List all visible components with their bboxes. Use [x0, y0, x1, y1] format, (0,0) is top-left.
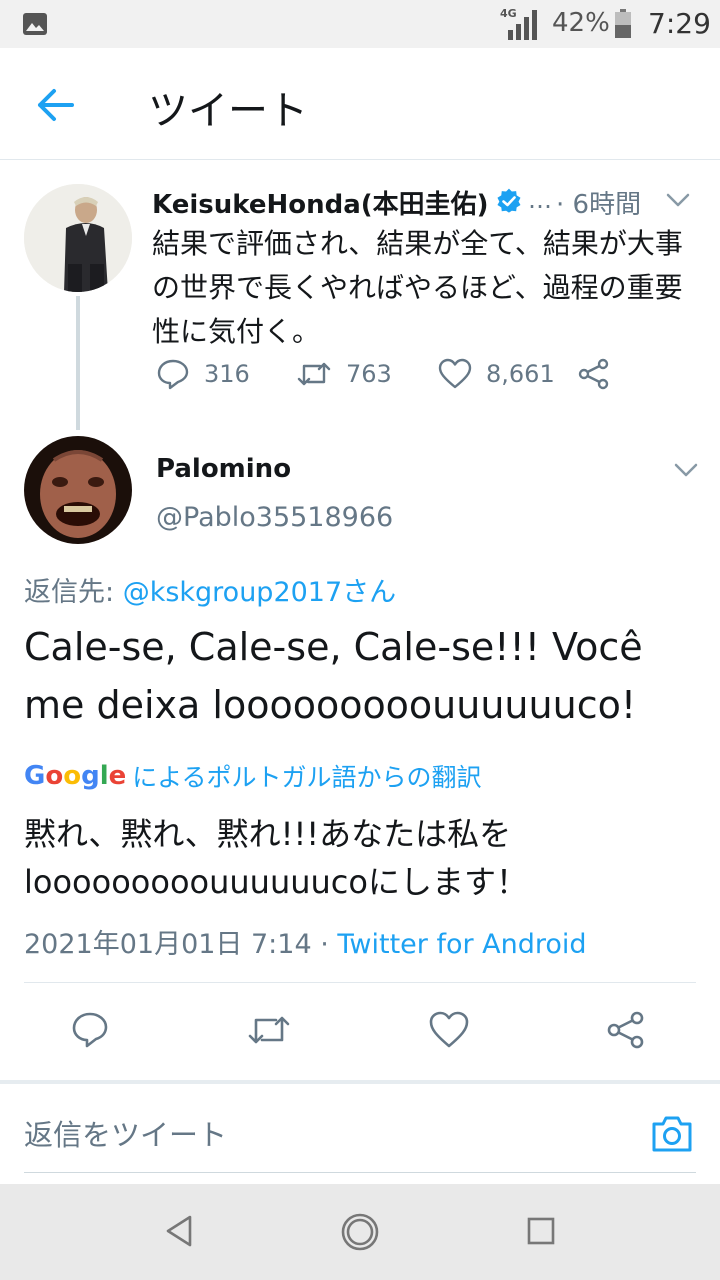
- section-divider: [0, 1080, 720, 1084]
- reply-compose-field[interactable]: 返信をツイート: [24, 1112, 227, 1154]
- heart-icon: [438, 358, 472, 389]
- tweet-author-name[interactable]: Palomino: [156, 454, 291, 484]
- thread-connector-line: [76, 296, 80, 430]
- replying-to-label: 返信先:: [24, 577, 123, 608]
- divider: [24, 982, 696, 983]
- parent-tweet-text: 結果で評価され、結果が全て、結果が大事の世界で長くやればやるほど、過程の重要性に…: [152, 227, 683, 348]
- google-logo: Google: [24, 761, 127, 791]
- app-header: ツイート: [0, 48, 720, 160]
- signal-4g-icon: 4G: [500, 7, 537, 40]
- reply-icon: [157, 359, 189, 390]
- battery-percent: 42%: [552, 8, 610, 38]
- avatar-image: [24, 184, 132, 292]
- chevron-down-icon[interactable]: [664, 188, 692, 212]
- avatar-image: [24, 436, 132, 544]
- page-title: ツイート: [148, 88, 308, 134]
- tweet-author-avatar[interactable]: [24, 436, 132, 544]
- svg-text:4G: 4G: [500, 7, 517, 20]
- status-bar: 4G 42% 7:29: [0, 0, 720, 48]
- parent-reply-button[interactable]: 316: [156, 358, 250, 390]
- translation-attribution[interactable]: Google によるポルトガル語からの翻訳: [24, 758, 482, 794]
- image-notification-icon: [23, 13, 47, 35]
- retweet-icon: [297, 362, 331, 386]
- tweet-author-handle[interactable]: @Pablo35518966: [156, 502, 393, 533]
- heart-icon[interactable]: [428, 1010, 470, 1050]
- status-clock: 7:29: [648, 7, 711, 40]
- replying-to-line: 返信先: @kskgroup2017さん: [24, 570, 396, 609]
- translation-label: によるポルトガル語からの翻訳: [132, 763, 482, 792]
- tweet-metadata: 2021年01月01日 7:14 · Twitter for Android: [24, 922, 587, 961]
- camera-icon[interactable]: [650, 1112, 694, 1156]
- retweet-count: 763: [346, 360, 392, 388]
- parent-author-name[interactable]: KeisukeHonda(本田圭佑): [152, 184, 489, 221]
- reply-count: 316: [204, 360, 250, 388]
- parent-retweet-button[interactable]: 763: [296, 358, 392, 390]
- replying-to-mention[interactable]: @kskgroup2017さん: [123, 577, 396, 608]
- chevron-down-icon[interactable]: [672, 458, 700, 482]
- like-count: 8,661: [486, 360, 555, 388]
- parent-share-button[interactable]: [578, 358, 624, 390]
- translated-text: 黙れ、黙れ、黙れ!!!あなたは私をlooooooooouuuuuucoにします！: [24, 815, 528, 901]
- tweet-client-link[interactable]: Twitter for Android: [337, 929, 586, 960]
- tweet-datetime: 2021年01月01日 7:14 ·: [24, 929, 338, 960]
- compose-underline: [24, 1172, 696, 1173]
- battery-icon: [615, 9, 631, 38]
- back-arrow-icon[interactable]: [34, 84, 76, 126]
- verified-badge-icon: [497, 188, 521, 213]
- nav-back-icon[interactable]: [164, 1214, 194, 1248]
- parent-tweet-avatar[interactable]: [24, 184, 132, 292]
- nav-home-icon[interactable]: [340, 1212, 380, 1252]
- share-icon: [578, 358, 609, 390]
- share-icon[interactable]: [606, 1010, 646, 1050]
- nav-recents-icon[interactable]: [526, 1216, 556, 1246]
- reply-icon[interactable]: [70, 1010, 110, 1050]
- tweet-text: Cale-se, Cale-se, Cale-se!!! Você me dei…: [24, 625, 643, 727]
- parent-like-button[interactable]: 8,661: [438, 358, 555, 390]
- name-truncation: …: [528, 186, 552, 214]
- parent-tweet-time: · 6時間: [556, 190, 642, 220]
- retweet-icon[interactable]: [246, 1010, 292, 1050]
